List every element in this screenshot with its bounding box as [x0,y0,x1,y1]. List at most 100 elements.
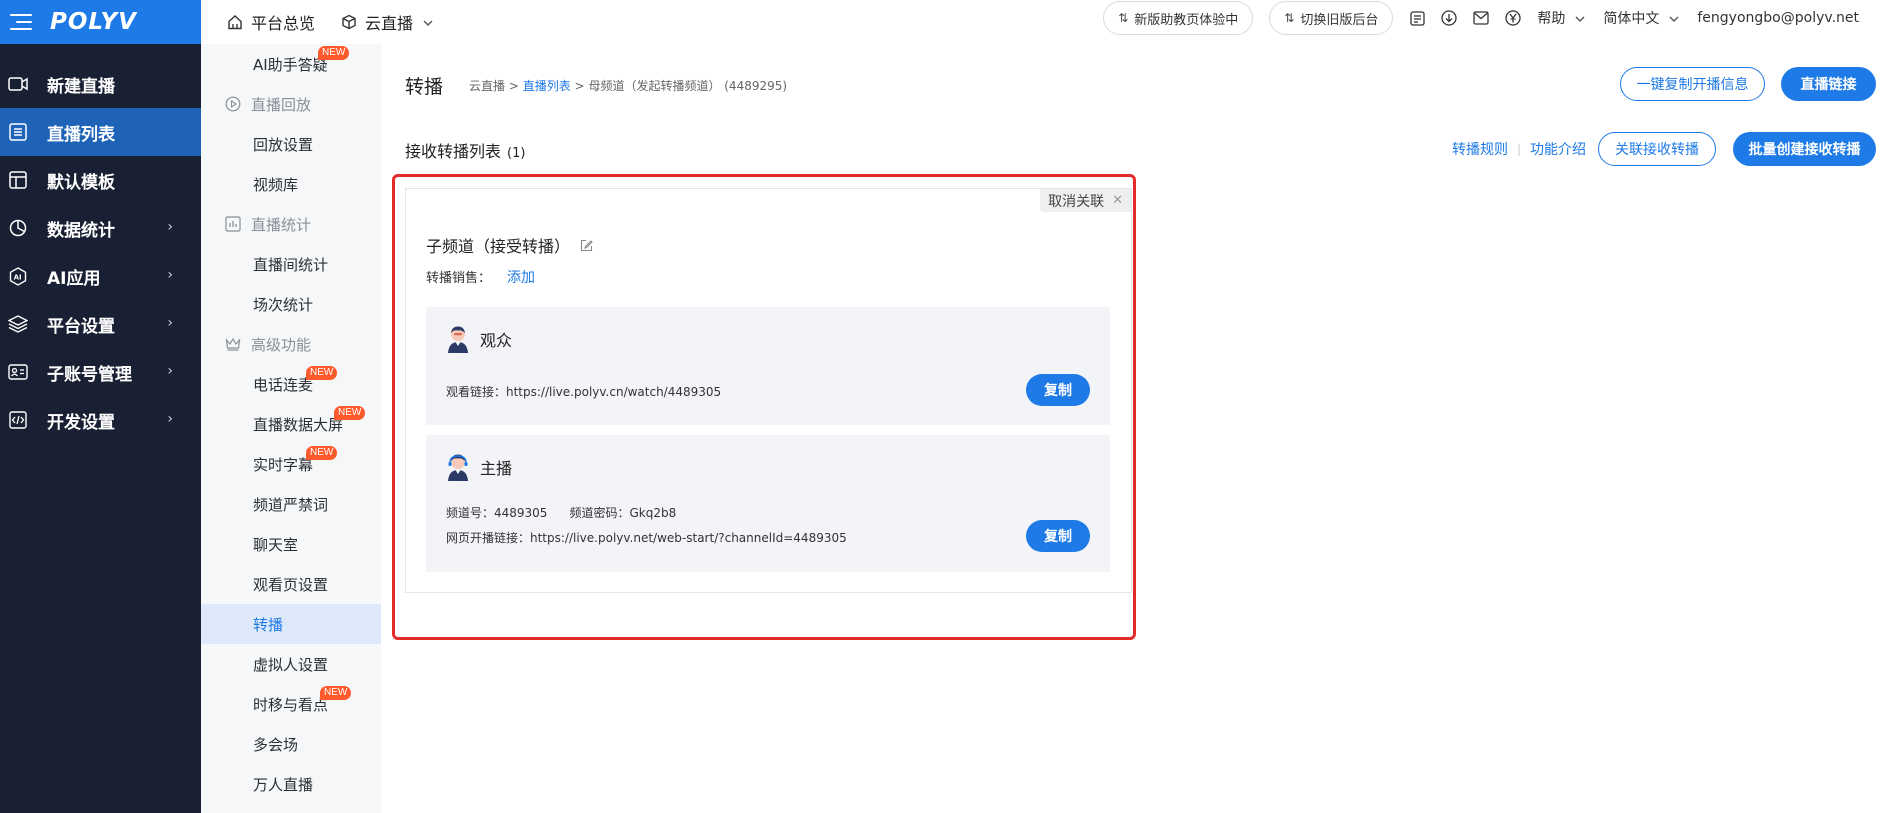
copy-start-info-button[interactable]: 一键复制开播信息 [1620,67,1765,101]
chevron-down-icon [1575,12,1585,25]
breadcrumb-separator: > [574,79,585,93]
subnav-item-label: 场次统计 [253,295,314,314]
subnav-item-multi-venue[interactable]: 多会场 [201,724,381,764]
channel-sub-nav: AI助手答疑 NEW 直播回放 回放设置 视频库 直播统计 直播间统计 场次统计… [201,44,381,813]
nav-item-label: 子账号管理 [47,364,132,385]
subnav-item-label: 实时字幕 [253,455,314,474]
switch-old-button[interactable]: ⇅ 切换旧版后台 [1269,1,1394,35]
subnav-item-phone-mic[interactable]: 电话连麦 NEW [201,364,381,404]
batch-create-relay-button[interactable]: 批量创建接收转播 [1733,132,1876,166]
subnav-item-virtual-human[interactable]: 虚拟人设置 [201,644,381,684]
subnav-item-chatroom[interactable]: 聊天室 [201,524,381,564]
nav-item-label: 新建直播 [47,76,115,97]
help-menu[interactable]: 帮助 [1537,8,1585,28]
logo-bar: POLYV [0,0,201,44]
subnav-group-advanced: 高级功能 [201,324,381,364]
host-avatar-icon [448,454,468,481]
subnav-item-label: 回放设置 [253,135,314,154]
subnav-item-session-stats[interactable]: 场次统计 [201,284,381,324]
bar-chart-icon [225,216,241,232]
help-label: 帮助 [1537,11,1566,27]
chevron-right-icon: › [167,267,173,283]
audience-title: 观众 [480,331,513,350]
play-circle-icon [225,96,241,112]
subnav-item-replay-settings[interactable]: 回放设置 [201,124,381,164]
subnav-item-relay[interactable]: 转播 [201,604,381,644]
top-header: 平台总览 云直播 ⇅ 新版助教页体验中 ⇅ 切换旧版后台 帮助 简体中文 fen… [201,0,1889,44]
tab-label: 云直播 [365,14,414,33]
relay-sales-label: 转播销售： [426,271,492,286]
switch-arrows-icon: ⇅ [1284,11,1295,25]
nav-item-label: 数据统计 [47,220,115,241]
main-nav: POLYV 新建直播 直播列表 默认模板 数据统计 › AI AI应用 › 平台… [0,0,201,813]
feature-intro-link[interactable]: 功能介绍 [1530,139,1586,159]
nav-item-label: 平台设置 [47,316,115,337]
relay-rules-link[interactable]: 转播规则 [1452,139,1508,159]
subnav-item-label: 转播 [253,615,284,634]
nav-item-sub-accounts[interactable]: 子账号管理 › [0,348,201,396]
copy-watch-link-button[interactable]: 复制 [1026,374,1090,406]
tab-platform-overview[interactable]: 平台总览 [227,10,315,34]
subnav-item-banned-words[interactable]: 频道严禁词 [201,484,381,524]
home-icon [227,14,243,30]
nav-item-label: 开发设置 [47,412,115,433]
subnav-item-mass-live[interactable]: 万人直播 [201,764,381,804]
host-web-start-link: 网页开播链接：https://live.polyv.net/web-start/… [446,531,847,545]
mail-icon[interactable] [1473,10,1490,26]
new-badge: NEW [334,406,366,420]
host-channel-info: 频道号：4489305 频道密码：Gkq2b8 [446,504,676,521]
subnav-group-stats: 直播统计 [201,204,381,244]
nav-item-data-stats[interactable]: 数据统计 › [0,204,201,252]
document-icon[interactable] [1409,10,1425,26]
audience-watch-link: 观看链接：https://live.polyv.cn/watch/4489305 [446,385,722,399]
subnav-item-video-library[interactable]: 视频库 [201,164,381,204]
download-icon[interactable] [1441,10,1458,26]
menu-toggle-icon[interactable] [10,14,32,30]
currency-icon[interactable] [1505,10,1522,26]
subnav-group-label: 直播统计 [251,215,312,234]
new-guide-button[interactable]: ⇅ 新版助教页体验中 [1103,1,1254,35]
subnav-item-ai-assistant[interactable]: AI助手答疑 NEW [201,44,381,84]
template-icon [8,170,28,190]
id-card-icon [8,362,28,382]
new-badge: NEW [306,446,338,460]
subnav-item-label: AI助手答疑 [253,55,328,74]
subnav-item-label: 频道严禁词 [253,495,329,514]
copy-host-info-button[interactable]: 复制 [1026,520,1090,552]
section-title: 接收转播列表 (1) [405,138,525,162]
receive-relay-card: 取消关联 ✕ 子频道（接受转播） 转播销售： 添加 观众 观看链接：https:/… [405,188,1132,593]
subnav-item-data-screen[interactable]: 直播数据大屏 NEW [201,404,381,444]
nav-item-dev-settings[interactable]: 开发设置 › [0,396,201,444]
host-box: 主播 频道号：4489305 频道密码：Gkq2b8 网页开播链接：https:/… [426,435,1110,572]
subnav-item-watch-page[interactable]: 观看页设置 [201,564,381,604]
link-separator: | [1517,142,1522,156]
subnav-item-room-stats[interactable]: 直播间统计 [201,244,381,284]
breadcrumb-root[interactable]: 云直播 > [469,79,519,93]
subnav-group-replay: 直播回放 [201,84,381,124]
language-menu[interactable]: 简体中文 [1603,8,1679,28]
subnav-item-label: 直播数据大屏 [253,415,344,434]
nav-item-platform-settings[interactable]: 平台设置 › [0,300,201,348]
nav-item-new-live[interactable]: 新建直播 [0,60,201,108]
tab-label: 平台总览 [251,14,316,33]
unlink-button[interactable]: 取消关联 ✕ [1040,189,1131,212]
video-camera-icon [8,74,28,94]
link-receive-relay-button[interactable]: 关联接收转播 [1598,132,1716,166]
tab-cloud-live[interactable]: 云直播 [341,10,433,34]
user-account[interactable]: fengyongbo@polyv.net [1697,10,1859,26]
subnav-item-timeshift[interactable]: 时移与看点 NEW [201,684,381,724]
subnav-item-label: 时移与看点 [253,695,329,714]
breadcrumb-live-list[interactable]: 直播列表 [523,79,571,93]
subnav-item-live-subtitles[interactable]: 实时字幕 NEW [201,444,381,484]
add-sales-link[interactable]: 添加 [507,270,535,286]
host-channel-number: 频道号：4489305 [446,506,548,520]
subnav-item-label: 电话连麦 [253,375,314,394]
nav-item-ai-apps[interactable]: AI AI应用 › [0,252,201,300]
section-count: (1) [507,146,526,161]
nav-item-label: 直播列表 [47,124,115,145]
audience-header: 观众 [446,325,512,353]
live-link-button[interactable]: 直播链接 [1781,67,1876,101]
nav-item-live-list[interactable]: 直播列表 [0,108,201,156]
nav-item-default-template[interactable]: 默认模板 [0,156,201,204]
edit-icon[interactable] [580,239,593,252]
